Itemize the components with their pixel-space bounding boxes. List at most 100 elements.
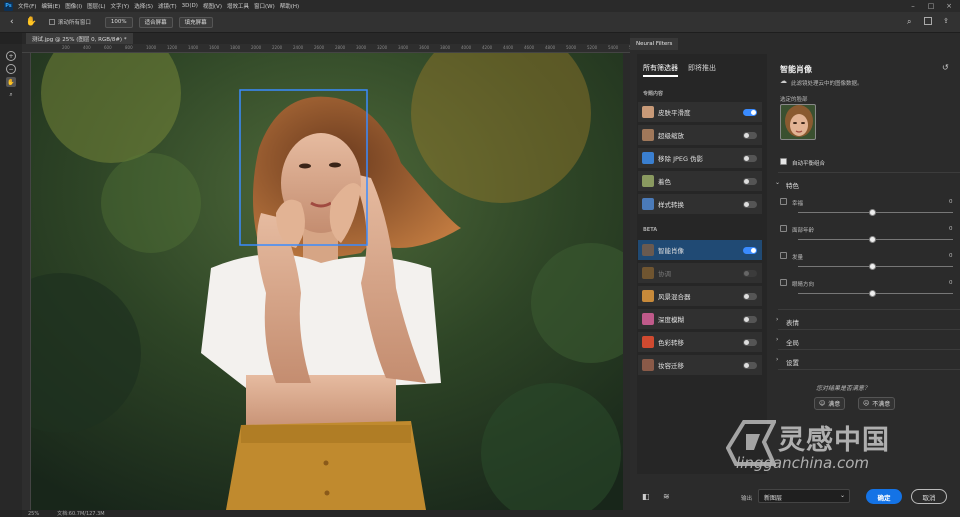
chevron-right-icon[interactable]: › [776,356,778,363]
hand-icon[interactable]: ✋ [6,77,16,87]
tab-all-filters[interactable]: 所有筛选器 [643,63,678,77]
workspace-icon[interactable] [924,17,932,25]
vertical-ruler [22,53,31,510]
skin-smoothing-toggle[interactable] [743,108,757,116]
zoom-in-icon[interactable]: + [6,51,16,61]
ruler-tick-label: 1400 [188,45,199,50]
unsatisfied-button[interactable]: ☹ 不满意 [858,397,896,410]
eye-direction-slider-knob[interactable] [869,290,876,297]
ruler-tick-label: 4800 [545,45,556,50]
filter-depth-blur[interactable]: 深度模糊 [638,309,762,329]
filter-style-transfer[interactable]: 样式转换 [638,194,762,214]
zoom-100-button[interactable]: 100% [104,16,133,28]
magnifier-icon[interactable]: ⌕ [6,90,16,100]
chevron-right-icon[interactable]: › [776,336,778,343]
menu-edit[interactable]: 编辑(E) [41,2,60,10]
chevron-down-icon[interactable]: ⌄ [775,179,780,186]
auto-balance-checkbox[interactable] [780,158,787,165]
section-settings[interactable]: 设置 [786,357,799,367]
style-transfer-toggle[interactable] [743,200,757,208]
hand-tool-icon[interactable]: ✋ [26,17,37,27]
ok-button[interactable]: 确定 [866,489,902,504]
ruler-tick-label: 5200 [587,45,598,50]
menu-image[interactable]: 图像(I) [65,2,82,10]
happiness-slider-knob[interactable] [869,209,876,216]
menu-filter[interactable]: 滤镜(T) [158,2,177,10]
ruler-tick-label: 3200 [377,45,388,50]
section-expression[interactable]: 表情 [786,317,799,327]
cloud-note: 此滤镜处理云中的图像数据。 [791,81,863,87]
reset-icon[interactable]: ↺ [942,63,949,72]
menu-3d[interactable]: 3D(D) [182,3,198,9]
filter-jpeg-artifacts[interactable]: 移除 JPEG 伪影 [638,148,762,168]
chevron-right-icon[interactable]: › [776,316,778,323]
ruler-tick-label: 4600 [524,45,535,50]
color-transfer-toggle[interactable] [743,338,757,346]
close-icon[interactable]: × [940,0,958,12]
output-select[interactable]: 新图层 ⌄ [758,489,850,503]
search-icon[interactable]: ⌕ [907,17,911,27]
filter-makeup-transfer[interactable]: 妆容迁移 [638,355,762,375]
menu-select[interactable]: 选择(S) [134,2,153,10]
cancel-button[interactable]: 取消 [911,489,947,504]
filter-landscape-mixer[interactable]: 风景混合器 [638,286,762,306]
jpeg-artifacts-toggle[interactable] [743,154,757,162]
filter-skin-smoothing[interactable]: 皮肤平滑度 [638,102,762,122]
back-arrow-icon[interactable]: ‹ [10,17,14,27]
super-zoom-toggle[interactable] [743,131,757,139]
menu-window[interactable]: 窗口(W) [254,2,275,10]
layers-icon[interactable]: ≋ [663,492,670,501]
maximize-icon[interactable]: □ [922,0,940,12]
features-section[interactable]: 特色 [786,180,799,190]
panel-title-tab[interactable]: Neural Filters [630,38,679,50]
eye-direction-checkbox[interactable] [780,279,787,286]
ruler-tick-label: 4200 [482,45,493,50]
filter-color-transfer[interactable]: 色彩转移 [638,332,762,352]
ruler-tick-label: 400 [83,45,91,50]
ruler-tick-label: 3400 [398,45,409,50]
fit-screen-button[interactable]: 适合屏幕 [138,16,173,28]
ruler-tick-label: 800 [125,45,133,50]
scroll-all-checkbox[interactable] [48,19,55,25]
filter-super-zoom[interactable]: 超级缩放 [638,125,762,145]
zoom-level[interactable]: 25% [28,511,39,517]
menu-type[interactable]: 文字(Y) [111,2,130,10]
menu-view[interactable]: 视图(V) [203,2,222,10]
satisfied-button[interactable]: ☺ 满意 [814,397,846,410]
menu-file[interactable]: 文件(F) [18,2,36,10]
landscape-mixer-toggle[interactable] [743,292,757,300]
hair-thickness-checkbox[interactable] [780,252,787,259]
share-icon[interactable]: ⇪ [943,17,949,25]
harmonization-toggle[interactable] [743,269,757,277]
face-thumbnail[interactable] [780,104,816,140]
makeup-transfer-toggle[interactable] [743,361,757,369]
image-canvas[interactable] [31,53,623,510]
watermark-cn: 灵感中国 [778,425,890,456]
chevron-down-icon: ⌄ [839,492,845,499]
section-global[interactable]: 全局 [786,337,799,347]
smart-portrait-icon [642,244,654,256]
filter-harmonization[interactable]: 协调 [638,263,762,283]
eye-direction-label: 眼睛方向 [792,282,815,288]
happiness-label: 幸福 [792,201,804,207]
vertical-scrollbar[interactable] [623,53,630,510]
menu-plugins[interactable]: 增效工具 [227,2,249,10]
filter-smart-portrait[interactable]: 智能肖像 [638,240,762,260]
document-tab[interactable]: 测试.jpg @ 25% (图层 0, RGB/8#) * [26,33,133,44]
tools-panel: + − ✋ ⌕ [0,44,22,510]
facial-age-slider-knob[interactable] [869,236,876,243]
fill-screen-button[interactable]: 填充屏幕 [178,16,213,28]
filter-colorize[interactable]: 着色 [638,171,762,191]
hair-thickness-slider-knob[interactable] [869,263,876,270]
smart-portrait-toggle[interactable] [743,246,757,254]
colorize-toggle[interactable] [743,177,757,185]
menu-help[interactable]: 帮助(H) [280,2,299,10]
facial-age-checkbox[interactable] [780,225,787,232]
compare-icon[interactable]: ◧ [642,492,650,501]
tab-coming-soon[interactable]: 即将推出 [688,63,716,77]
zoom-out-icon[interactable]: − [6,64,16,74]
happiness-checkbox[interactable] [780,198,787,205]
menu-layer[interactable]: 图层(L) [87,2,105,10]
depth-blur-toggle[interactable] [743,315,757,323]
minimize-icon[interactable]: – [904,0,922,12]
